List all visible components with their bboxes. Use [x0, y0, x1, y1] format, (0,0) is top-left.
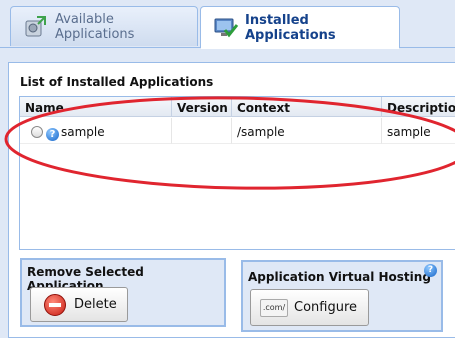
app-name: sample	[61, 125, 105, 139]
active-tab-gap	[201, 47, 399, 49]
virtual-hosting-help-icon[interactable]: ?	[424, 264, 437, 277]
delete-button[interactable]: Delete	[30, 287, 128, 322]
domain-icon: .com/	[260, 298, 288, 317]
installed-applications-grid: Name Version Context Description ?sample…	[19, 96, 455, 250]
table-row-version-cell	[172, 118, 232, 144]
help-icon: ?	[46, 128, 59, 141]
table-row-name-cell[interactable]: ? sample	[20, 118, 172, 144]
tab-label: Installed Applications	[245, 12, 336, 43]
delete-icon	[44, 293, 66, 316]
column-header-context[interactable]: Context	[232, 97, 382, 117]
tab-label: Available Applications	[55, 11, 135, 42]
configure-button[interactable]: .com/ Configure	[250, 289, 369, 326]
delete-button-label: Delete	[74, 297, 117, 312]
gear-arrows-icon	[23, 15, 47, 39]
row-select-radio[interactable]	[31, 126, 43, 138]
column-header-description[interactable]: Description	[382, 97, 455, 117]
tab-available-applications[interactable]: Available Applications	[10, 6, 198, 46]
column-header-version[interactable]: Version	[172, 97, 232, 117]
column-header-name[interactable]: Name	[20, 97, 172, 117]
grid-title: List of Installed Applications	[20, 75, 214, 89]
tab-installed-applications[interactable]: Installed Applications	[200, 6, 400, 48]
virtual-hosting-title: Application Virtual Hosting	[248, 270, 431, 284]
tab-bar: Available Applications Installed Applica…	[0, 0, 455, 48]
monitor-check-icon	[213, 16, 239, 40]
configure-button-label: Configure	[294, 300, 358, 315]
table-row-context-cell: /sample	[232, 118, 382, 144]
table-row-description-cell: sample	[382, 118, 455, 144]
virtual-hosting-box: Application Virtual Hosting ? .com/ Conf…	[241, 260, 443, 332]
remove-application-box: Remove Selected Application Delete	[20, 258, 226, 327]
